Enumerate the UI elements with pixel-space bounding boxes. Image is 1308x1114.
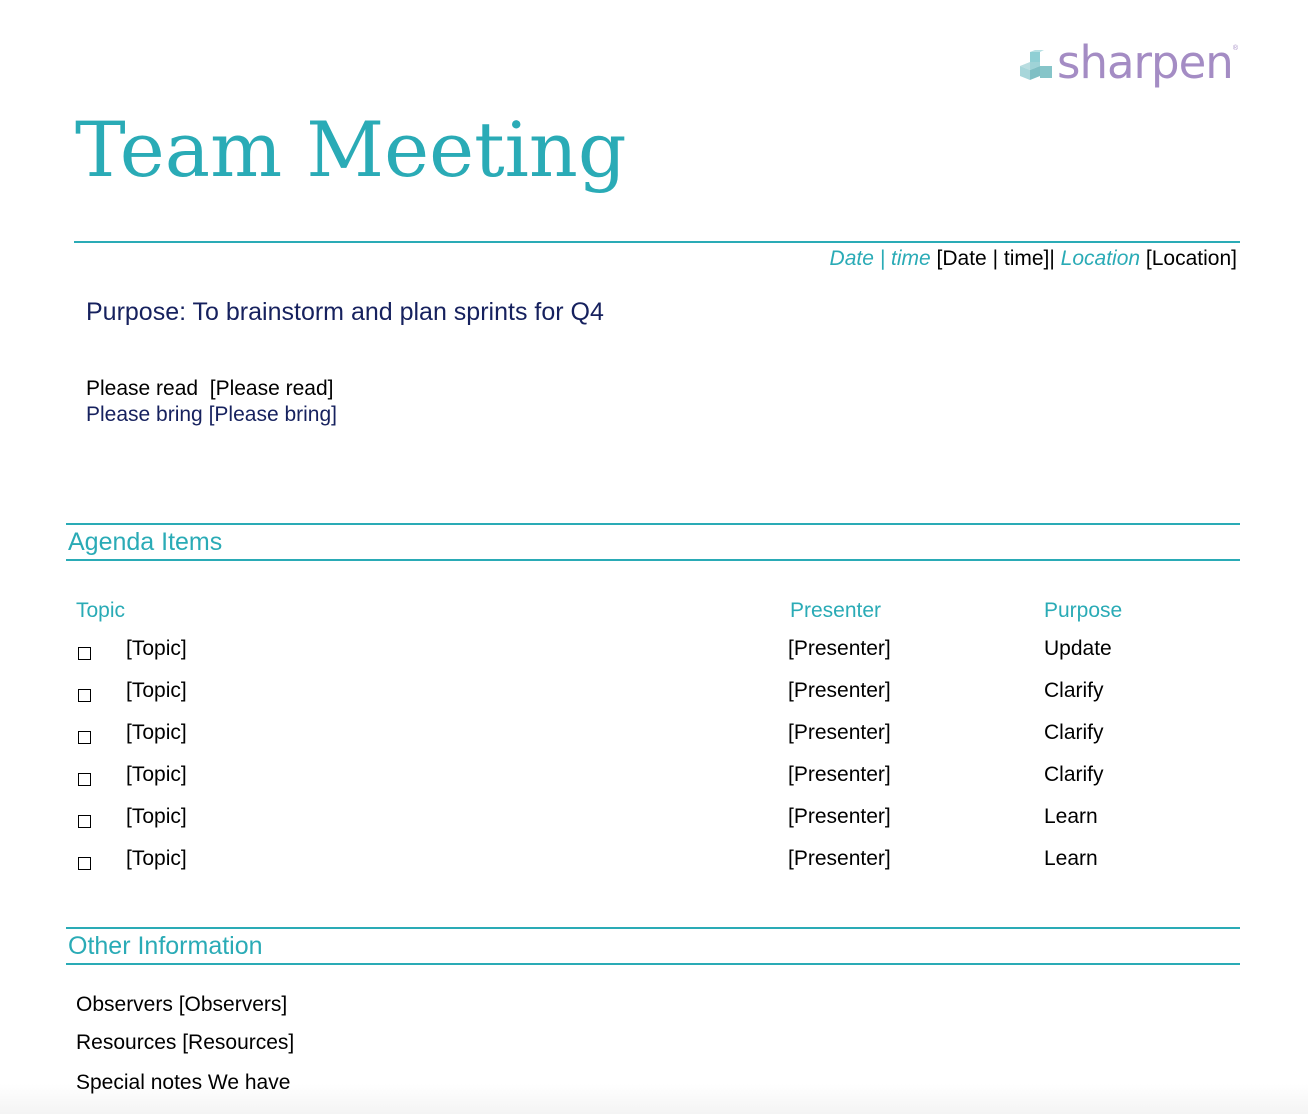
registered-mark: ® (1232, 45, 1238, 52)
special-notes-field[interactable]: Special notes We have (76, 1071, 290, 1095)
sharpen-logo: sharpen ® (1018, 40, 1238, 89)
agenda-purpose: Clarify (1044, 721, 1104, 744)
agenda-topic[interactable]: [Topic] (126, 679, 187, 703)
agenda-row: [Topic] [Presenter] Clarify (0, 763, 1308, 793)
title-divider (74, 241, 1240, 243)
date-time-field[interactable]: [Date | time]| (937, 247, 1055, 270)
agenda-checkbox[interactable] (78, 731, 91, 744)
agenda-checkbox[interactable] (78, 647, 91, 660)
agenda-topic[interactable]: [Topic] (126, 805, 187, 829)
agenda-checkbox[interactable] (78, 689, 91, 702)
column-header-topic: Topic (76, 599, 126, 622)
other-info-bottom-divider (66, 963, 1240, 965)
column-header-presenter: Presenter (790, 599, 882, 622)
agenda-presenter[interactable]: [Presenter] (788, 805, 891, 829)
agenda-checkbox[interactable] (78, 773, 91, 786)
please-read[interactable]: Please read [Please read] (86, 377, 334, 401)
agenda-purpose: Update (1044, 637, 1112, 660)
agenda-presenter[interactable]: [Presenter] (788, 763, 891, 787)
location-label: Location (1060, 247, 1141, 270)
agenda-row: [Topic] [Presenter] Learn (0, 847, 1308, 877)
meeting-purpose: Purpose: To brainstorm and plan sprints … (86, 298, 604, 326)
agenda-purpose: Learn (1044, 805, 1098, 828)
agenda-presenter[interactable]: [Presenter] (788, 721, 891, 745)
agenda-top-divider (66, 523, 1240, 525)
agenda-presenter[interactable]: [Presenter] (788, 637, 891, 661)
agenda-checkbox[interactable] (78, 857, 91, 870)
agenda-row: [Topic] [Presenter] Clarify (0, 721, 1308, 751)
agenda-section-title: Agenda Items (68, 528, 223, 556)
agenda-topic[interactable]: [Topic] (126, 763, 187, 787)
agenda-purpose: Clarify (1044, 679, 1104, 702)
agenda-presenter[interactable]: [Presenter] (788, 847, 891, 871)
column-header-purpose: Purpose (1044, 599, 1123, 622)
other-info-top-divider (66, 927, 1240, 929)
other-info-section-title: Other Information (68, 932, 263, 960)
agenda-checkbox[interactable] (78, 815, 91, 828)
location-field[interactable]: [Location] (1146, 247, 1237, 270)
agenda-topic[interactable]: [Topic] (126, 637, 187, 661)
date-time-label: Date | time (829, 247, 931, 270)
agenda-presenter[interactable]: [Presenter] (788, 679, 891, 703)
stacked-cubes-icon (1020, 49, 1052, 80)
meeting-meta: Date | time [Date | time]| Location [Loc… (830, 247, 1237, 271)
please-bring[interactable]: Please bring [Please bring] (86, 403, 337, 427)
agenda-purpose: Learn (1044, 847, 1098, 870)
agenda-purpose: Clarify (1044, 763, 1104, 786)
agenda-topic[interactable]: [Topic] (126, 847, 187, 871)
agenda-row: [Topic] [Presenter] Update (0, 637, 1308, 667)
agenda-topic[interactable]: [Topic] (126, 721, 187, 745)
document-title: Team Meeting (75, 105, 627, 194)
logo-wordmark: sharpen (1057, 36, 1234, 89)
agenda-bottom-divider (66, 559, 1240, 561)
observers-field[interactable]: Observers [Observers] (76, 993, 287, 1017)
resources-field[interactable]: Resources [Resources] (76, 1031, 294, 1055)
agenda-row: [Topic] [Presenter] Learn (0, 805, 1308, 835)
agenda-row: [Topic] [Presenter] Clarify (0, 679, 1308, 709)
